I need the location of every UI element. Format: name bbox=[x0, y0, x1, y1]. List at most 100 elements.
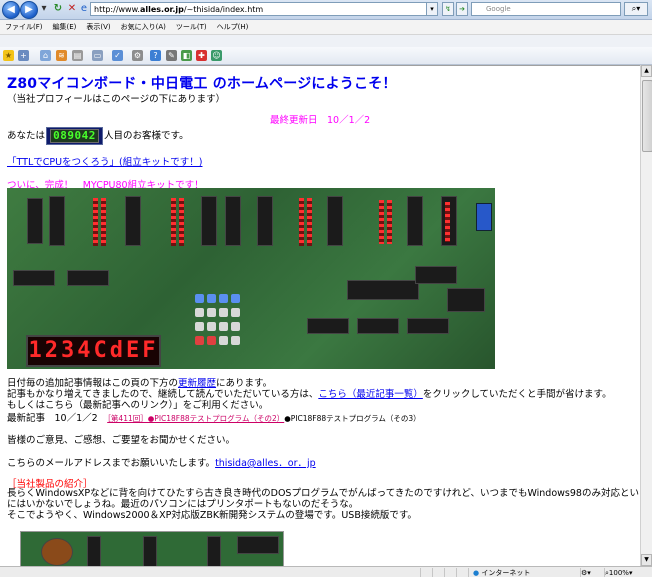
history-dropdown-icon[interactable]: ▾ bbox=[38, 3, 50, 15]
status-segment bbox=[432, 568, 443, 577]
help-icon[interactable]: ? bbox=[150, 50, 161, 61]
addon-icon[interactable]: ✚ bbox=[196, 50, 207, 61]
board-chip bbox=[357, 318, 399, 334]
feeds-icon[interactable]: ≋ bbox=[56, 50, 67, 61]
keypad-key bbox=[207, 294, 216, 303]
zoom-control[interactable]: ⌕100%▾ bbox=[604, 568, 649, 577]
products-line: そこでようやく、Windows2000＆XP対応版ZBK新開発システムの登場です… bbox=[7, 510, 417, 521]
address-bar: ◀ ▶ ▾ ↻ ✕ e http://www.alles.or.jp/~this… bbox=[0, 0, 652, 20]
newest-article-extra: ●PIC18F88テストプログラム（その3） bbox=[284, 414, 421, 423]
newest-label: 最新記事 10／1／2 bbox=[7, 413, 108, 424]
led-column bbox=[179, 198, 184, 246]
recent-articles-link[interactable]: こちら（最近記事一覧） bbox=[318, 389, 423, 400]
contact-line: こちらのメールアドレスまでお願いいたします。thisida@alles．or．j… bbox=[7, 455, 316, 469]
para-text: をクリックしていただくと手間が省けます。 bbox=[422, 389, 612, 400]
add-favorite-icon[interactable]: + bbox=[18, 50, 29, 61]
newest-article-link[interactable]: ［第411回］●PIC18F88テストプログラム（その2） bbox=[107, 414, 284, 423]
products-line: にはいかないでしょうね。最近のパソコンにはプリンタポートもないのだそうな。 bbox=[7, 499, 359, 510]
search-button[interactable]: ⌕▾ bbox=[624, 2, 648, 16]
email-link[interactable]: thisida@alles．or．jp bbox=[215, 458, 316, 469]
search-input[interactable]: Google bbox=[471, 2, 621, 16]
scrollbar-thumb[interactable] bbox=[642, 80, 652, 152]
keypad-key bbox=[231, 336, 240, 345]
board-chip bbox=[327, 196, 343, 246]
board-chip bbox=[201, 196, 217, 246]
keypad-key bbox=[219, 322, 228, 331]
menu-tools[interactable]: ツール(T) bbox=[171, 20, 212, 34]
visitor-counter-line: あなたは 089042 人目のお客様です。 bbox=[7, 127, 189, 145]
visitor-counter: 089042 bbox=[46, 127, 104, 145]
browser-window: ◀ ▶ ▾ ↻ ✕ e http://www.alles.or.jp/~this… bbox=[0, 0, 652, 577]
board-chip bbox=[27, 198, 43, 244]
page-menu-icon[interactable]: ▭ bbox=[92, 50, 103, 61]
led-column bbox=[307, 198, 312, 246]
menu-edit[interactable]: 編集(E) bbox=[48, 20, 82, 34]
tools-icon[interactable]: ⚙ bbox=[132, 50, 143, 61]
board-chip bbox=[407, 196, 423, 246]
stop-icon[interactable]: ✕ bbox=[66, 3, 78, 15]
zbk-board-photo bbox=[20, 531, 284, 567]
board-chip bbox=[49, 196, 65, 246]
para-text: にあります。 bbox=[216, 378, 273, 389]
menu-view[interactable]: 表示(V) bbox=[81, 20, 115, 34]
vertical-scrollbar[interactable]: ▲ ▼ bbox=[640, 65, 652, 566]
mycpu80-board-photo: 1234CdEF bbox=[7, 188, 495, 369]
ttl-cpu-link[interactable]: 「TTLでCPUをつくろう」(組立キットです！) bbox=[7, 154, 202, 168]
keypad-key bbox=[195, 294, 204, 303]
board-chip bbox=[407, 318, 449, 334]
led-column bbox=[93, 198, 98, 246]
page-subtitle: （当社プロフィールはこのページの下にあります） bbox=[7, 94, 226, 105]
board-chip bbox=[125, 196, 141, 246]
messenger-icon[interactable]: ☺ bbox=[211, 50, 222, 61]
url-dropdown-button[interactable]: ▾ bbox=[426, 2, 438, 16]
favorites-star-icon[interactable]: ★ bbox=[3, 50, 14, 61]
back-button[interactable]: ◀ bbox=[2, 1, 20, 19]
safety-icon[interactable]: ✓ bbox=[112, 50, 123, 61]
menu-bar: ファイル(F) 編集(E) 表示(V) お気に入り(A) ツール(T) ヘルプ(… bbox=[0, 20, 652, 35]
url-input[interactable]: http://www.alles.or.jp/~thisida/index.ht… bbox=[90, 2, 435, 16]
board-chip bbox=[143, 536, 157, 567]
keypad-key bbox=[231, 308, 240, 317]
scroll-up-button[interactable]: ▲ bbox=[641, 65, 652, 77]
menu-file[interactable]: ファイル(F) bbox=[0, 20, 48, 34]
page-title: Z80マイコンボード・中日電工 のホームページにようこそ！ bbox=[7, 76, 397, 92]
visitor-prefix: あなたは bbox=[7, 130, 46, 142]
translate-icon[interactable]: ◧ bbox=[181, 50, 192, 61]
visitor-count: 089042 bbox=[50, 129, 100, 143]
dip-switch bbox=[476, 203, 492, 231]
command-toolbar: ★ + ⌂ ≋ ▤ ▭ ✓ ⚙ ? ✎ ◧ ✚ ☺ bbox=[0, 47, 652, 65]
status-bar: ● インターネット ⚙▾ ⌕100%▾ bbox=[0, 566, 652, 577]
board-chip bbox=[207, 536, 221, 567]
protected-mode-icon[interactable]: ⚙▾ bbox=[580, 568, 603, 577]
products-text: 長らくWindowsXPなどに背を向けてひたすら古き良き時代のDOSプログラムで… bbox=[7, 488, 640, 521]
led-column bbox=[171, 198, 176, 246]
zone-label: インターネット bbox=[481, 569, 531, 577]
keypad-key bbox=[219, 294, 228, 303]
print-icon[interactable]: ▤ bbox=[72, 50, 83, 61]
seven-segment-display: 1234CdEF bbox=[26, 335, 161, 367]
keypad-key bbox=[195, 322, 204, 331]
menu-favorites[interactable]: お気に入り(A) bbox=[116, 20, 171, 34]
led-column bbox=[379, 200, 384, 244]
board-chip bbox=[257, 196, 273, 246]
board-chip bbox=[347, 280, 419, 300]
keypad-key bbox=[219, 308, 228, 317]
home-icon[interactable]: ⌂ bbox=[40, 50, 51, 61]
go-button[interactable]: ➔ bbox=[456, 2, 468, 16]
led-column bbox=[445, 202, 450, 242]
refresh-icon[interactable]: ↻ bbox=[52, 3, 64, 15]
board-chip bbox=[67, 270, 109, 286]
scroll-down-button[interactable]: ▼ bbox=[641, 554, 652, 566]
update-history-link[interactable]: 更新履歴 bbox=[178, 378, 216, 389]
para-text: 日付毎の追加記事情報はこの頁の下方の bbox=[7, 378, 179, 389]
led-column bbox=[299, 198, 304, 246]
forward-button[interactable]: ▶ bbox=[20, 1, 38, 19]
update-info-paragraph: 日付毎の追加記事情報はこの頁の下方の更新履歴にあります。 記事もかなり増えてきま… bbox=[7, 378, 612, 411]
para-text: 記事もかなり増えてきましたので、継続して読んでいただいている方は、 bbox=[7, 389, 319, 400]
zoom-level: 100% bbox=[608, 569, 629, 577]
board-chip bbox=[447, 288, 485, 312]
compat-view-button[interactable]: ↯ bbox=[442, 2, 454, 16]
menu-help[interactable]: ヘルプ(H) bbox=[212, 20, 254, 34]
research-icon[interactable]: ✎ bbox=[166, 50, 177, 61]
status-segment bbox=[444, 568, 455, 577]
